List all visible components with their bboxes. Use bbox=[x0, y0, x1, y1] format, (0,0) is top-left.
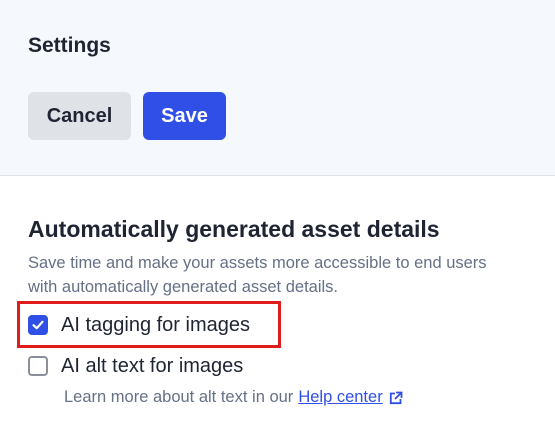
section-title: Automatically generated asset details bbox=[28, 216, 440, 242]
save-button[interactable]: Save bbox=[143, 92, 226, 140]
section-description: Save time and make your assets more acce… bbox=[28, 254, 487, 296]
check-icon bbox=[32, 320, 44, 330]
settings-page: Settings Cancel Save Automatically gener… bbox=[0, 0, 555, 429]
page-title: Settings bbox=[28, 34, 111, 57]
ai-alt-text-label: AI alt text for images bbox=[61, 354, 244, 377]
settings-header: Settings Cancel Save bbox=[0, 0, 555, 176]
help-text-prefix: Learn more about alt text in our bbox=[64, 388, 294, 406]
ai-alt-text-option[interactable]: AI alt text for images bbox=[28, 352, 243, 380]
ai-tagging-label: AI tagging for images bbox=[61, 313, 250, 336]
ai-tagging-checkbox[interactable] bbox=[28, 315, 48, 335]
help-text: Learn more about alt text in our Help ce… bbox=[64, 388, 403, 407]
external-link-icon[interactable] bbox=[389, 391, 403, 405]
cancel-button[interactable]: Cancel bbox=[28, 92, 131, 140]
ai-tagging-option[interactable]: AI tagging for images bbox=[28, 311, 250, 339]
help-center-link[interactable]: Help center bbox=[298, 388, 382, 407]
ai-alt-text-checkbox[interactable] bbox=[28, 356, 48, 376]
